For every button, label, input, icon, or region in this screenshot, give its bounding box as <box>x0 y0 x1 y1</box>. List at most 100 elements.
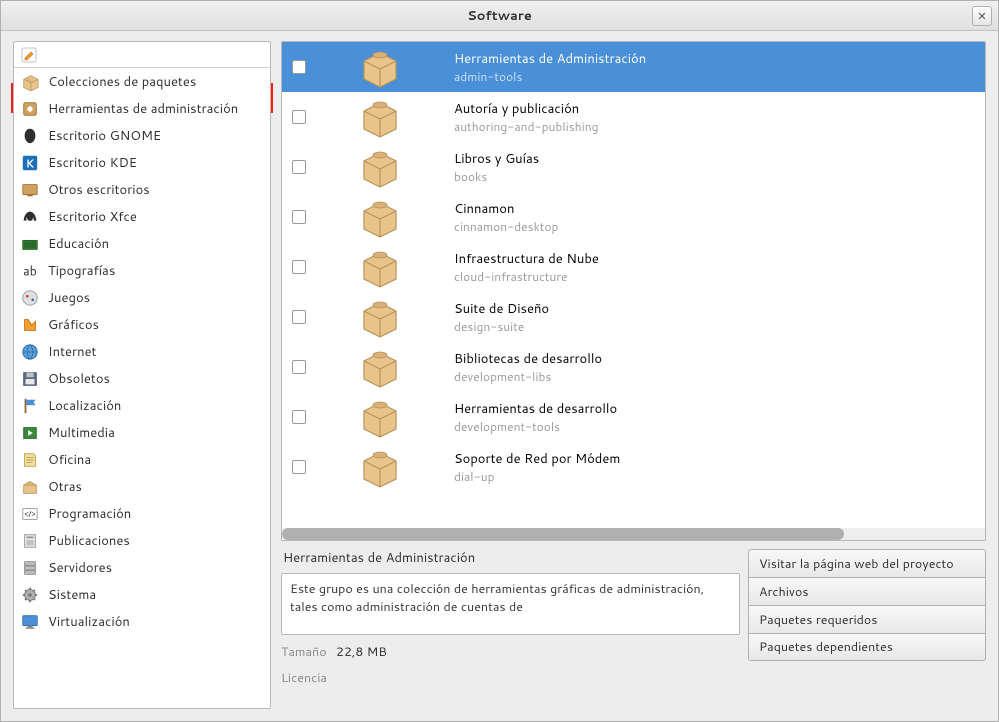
package-row[interactable]: Libros y Guías books <box>282 142 985 192</box>
category-list[interactable]: Colecciones de paquetes Herramientas de a… <box>14 68 270 708</box>
category-label: Obsoletos <box>48 370 110 388</box>
category-item[interactable]: Escritorio GNOME <box>14 122 270 149</box>
package-title: Suite de Diseño <box>454 300 549 318</box>
package-icon <box>320 445 440 489</box>
obsolete-icon <box>20 369 40 389</box>
category-label: Escritorio Xfce <box>48 208 137 226</box>
package-row[interactable]: Soporte de Red por Módem dial-up <box>282 442 985 492</box>
package-row[interactable]: Autoría y publicación authoring-and-publ… <box>282 92 985 142</box>
package-checkbox[interactable] <box>292 260 306 274</box>
detail-action-button[interactable]: Paquetes dependientes <box>748 633 986 661</box>
package-icon <box>320 145 440 189</box>
package-row[interactable]: Bibliotecas de desarrollo development-li… <box>282 342 985 392</box>
category-item[interactable]: Oficina <box>14 446 270 473</box>
sidebar-filter[interactable] <box>14 42 270 68</box>
detail-pane: Herramientas de Administración Este grup… <box>281 549 986 709</box>
package-title: Soporte de Red por Módem <box>454 450 620 468</box>
category-label: Servidores <box>48 559 112 577</box>
package-text: Infraestructura de Nube cloud-infrastruc… <box>454 250 599 285</box>
category-label: Escritorio GNOME <box>48 127 161 145</box>
category-label: Herramientas de administración <box>48 100 238 118</box>
package-checkbox[interactable] <box>292 110 306 124</box>
package-checkbox[interactable] <box>292 360 306 374</box>
desktop-icon <box>20 180 40 200</box>
package-row[interactable]: Herramientas de Administración admin-too… <box>282 42 985 92</box>
category-item[interactable]: Otros escritorios <box>14 176 270 203</box>
package-text: Suite de Diseño design-suite <box>454 300 549 335</box>
detail-license: Licencia <box>281 669 740 687</box>
category-label: Gráficos <box>48 316 99 334</box>
detail-action-button[interactable]: Archivos <box>748 577 986 605</box>
other-icon <box>20 477 40 497</box>
category-item[interactable]: Gráficos <box>14 311 270 338</box>
category-item[interactable]: Localización <box>14 392 270 419</box>
package-text: Herramientas de Administración admin-too… <box>454 50 646 85</box>
package-checkbox[interactable] <box>292 160 306 174</box>
category-label: Tipografías <box>48 262 115 280</box>
category-item[interactable]: Herramientas de administración <box>14 95 270 122</box>
package-icon <box>20 72 40 92</box>
category-item[interactable]: Programación <box>14 500 270 527</box>
edit-icon <box>20 46 38 64</box>
package-icon <box>320 395 440 439</box>
license-label: Licencia <box>281 669 327 687</box>
package-title: Cinnamon <box>454 200 558 218</box>
close-button[interactable]: ✕ <box>972 6 992 26</box>
package-title: Infraestructura de Nube <box>454 250 599 268</box>
package-checkbox[interactable] <box>292 210 306 224</box>
category-item[interactable]: Juegos <box>14 284 270 311</box>
category-label: Virtualización <box>48 613 130 631</box>
package-id: cloud-infrastructure <box>454 268 599 285</box>
package-row[interactable]: Infraestructura de Nube cloud-infrastruc… <box>282 242 985 292</box>
category-label: Juegos <box>48 289 90 307</box>
gnome-icon <box>20 126 40 146</box>
size-label: Tamaño <box>281 643 327 661</box>
main-pane: Herramientas de Administración admin-too… <box>281 41 986 709</box>
servers-icon <box>20 558 40 578</box>
category-label: Programación <box>48 505 131 523</box>
category-item[interactable]: Otras <box>14 473 270 500</box>
detail-action-button[interactable]: Paquetes requeridos <box>748 605 986 633</box>
category-item[interactable]: Multimedia <box>14 419 270 446</box>
category-sidebar: Colecciones de paquetes Herramientas de a… <box>13 41 271 709</box>
window-title: Software <box>467 7 532 25</box>
category-item[interactable]: Educación <box>14 230 270 257</box>
package-checkbox[interactable] <box>292 460 306 474</box>
category-item[interactable]: Virtualización <box>14 608 270 635</box>
titlebar: Software ✕ <box>1 1 998 31</box>
category-item[interactable]: Tipografías <box>14 257 270 284</box>
package-row[interactable]: Herramientas de desarrollo development-t… <box>282 392 985 442</box>
detail-title: Herramientas de Administración <box>283 549 740 567</box>
category-item[interactable]: Publicaciones <box>14 527 270 554</box>
graphics-icon <box>20 315 40 335</box>
scrollbar-thumb[interactable] <box>282 528 844 540</box>
category-label: Colecciones de paquetes <box>48 73 196 91</box>
category-label: Publicaciones <box>48 532 130 550</box>
category-item[interactable]: Obsoletos <box>14 365 270 392</box>
package-id: design-suite <box>454 318 549 335</box>
category-item[interactable]: Internet <box>14 338 270 365</box>
package-checkbox[interactable] <box>292 60 306 74</box>
package-id: books <box>454 168 539 185</box>
category-item[interactable]: Servidores <box>14 554 270 581</box>
package-row[interactable]: Cinnamon cinnamon-desktop <box>282 192 985 242</box>
package-checkbox[interactable] <box>292 410 306 424</box>
category-item[interactable]: Colecciones de paquetes <box>14 68 270 95</box>
category-item[interactable]: Sistema <box>14 581 270 608</box>
category-item[interactable]: Escritorio KDE <box>14 149 270 176</box>
package-list[interactable]: Herramientas de Administración admin-too… <box>282 42 985 540</box>
xfce-icon <box>20 207 40 227</box>
horizontal-scrollbar[interactable] <box>282 528 985 540</box>
software-window: Software ✕ Colecciones de paquetes Herram… <box>0 0 999 722</box>
package-text: Soporte de Red por Módem dial-up <box>454 450 620 485</box>
package-row[interactable]: Suite de Diseño design-suite <box>282 292 985 342</box>
category-item[interactable]: Escritorio Xfce <box>14 203 270 230</box>
package-pane: Herramientas de Administración admin-too… <box>281 41 986 541</box>
category-label: Multimedia <box>48 424 115 442</box>
admin-icon <box>20 99 40 119</box>
package-id: dial-up <box>454 468 620 485</box>
package-checkbox[interactable] <box>292 310 306 324</box>
detail-action-button[interactable]: Visitar la página web del proyecto <box>748 549 986 577</box>
content-area: Colecciones de paquetes Herramientas de a… <box>13 41 986 709</box>
kde-icon <box>20 153 40 173</box>
